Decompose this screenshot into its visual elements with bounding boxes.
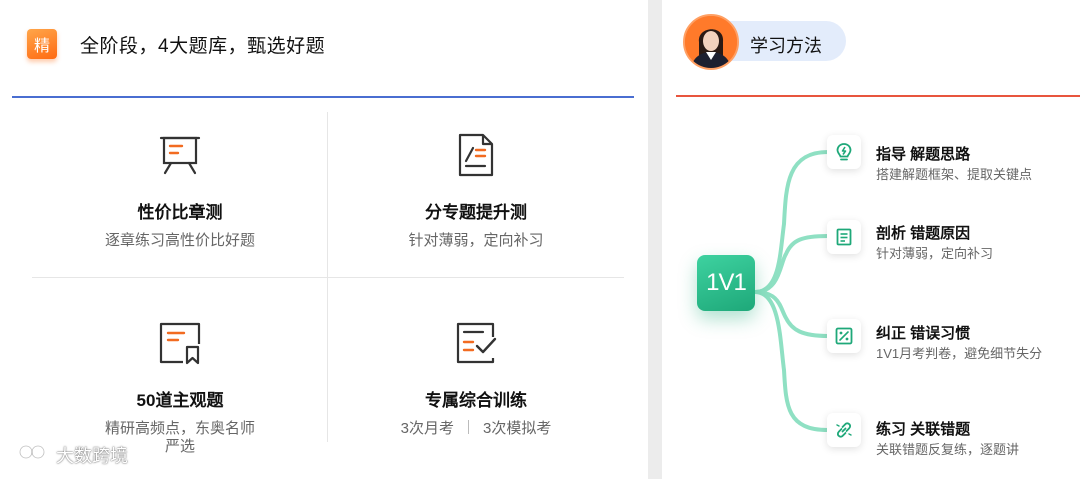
feature-title: 性价比章测 [137,203,223,222]
center-node-1v1: 1V1 [697,255,755,311]
feature-card-comprehensive-training[interactable]: 专属综合训练 3次月考 3次模拟考 [328,320,624,438]
node-subtitle-guide: 搭建解题框架、提取关键点 [876,167,1033,182]
feature-subtitle: 逐章练习高性价比好题 [104,232,255,249]
separator [468,420,469,434]
grid-divider-horizontal [32,277,624,278]
presentation-board-icon [159,136,201,175]
feature-card-subjective-questions[interactable]: 50道主观题 精研高频点，东奥名师 严选 [32,320,328,456]
node-icon-correct [827,319,861,353]
node-title-guide: 指导 解题思路 [876,146,971,163]
node-title-practice: 练习 关联错题 [876,421,971,438]
monthly-exam-count: 3次月考 [400,420,454,437]
node-icon-guide [827,135,861,169]
watermark: 大数跨境 [10,442,128,468]
checklist-icon [456,322,497,364]
feature-subtitle: 针对薄弱，定向补习 [408,232,544,249]
document-edit-icon [458,133,494,177]
feature-title: 50道主观题 [136,391,224,410]
teacher-avatar [683,14,739,70]
method-title: 学习方法 [750,36,822,56]
panel-separator [648,0,662,479]
node-title-analyze: 剖析 错题原因 [876,225,971,242]
watermark-logo-icon [10,444,45,466]
lightbulb-icon [836,143,852,161]
node-subtitle-practice: 关联错题反复练，逐题讲 [876,442,1020,457]
feature-title: 专属综合训练 [425,391,527,410]
feature-card-topic-test[interactable]: 分专题提升测 针对薄弱，定向补习 [328,132,624,250]
bookmark-document-icon [159,322,201,365]
feature-subtitle-line: 精研高频点，东奥名师 [104,420,255,437]
node-title-correct: 纠正 错误习惯 [876,325,971,342]
feature-title: 分专题提升测 [425,203,527,222]
left-panel: 精 全阶段，4大题库，甄选好题 性价比章测 逐章练习高性价比好题 分专题提升测 … [0,0,648,479]
right-divider [676,95,1080,97]
featured-badge: 精 [27,29,57,59]
teacher-portrait-icon [685,16,737,68]
left-title: 全阶段，4大题库，甄选好题 [80,36,326,57]
left-divider [12,96,634,98]
link-icon [836,422,852,438]
percent-square-icon [835,327,853,345]
document-lines-icon [836,228,852,246]
feature-card-chapter-test[interactable]: 性价比章测 逐章练习高性价比好题 [32,132,328,250]
watermark-text: 大数跨境 [56,446,128,466]
feature-subtitle: 3次月考 3次模拟考 [328,419,624,438]
mock-exam-count: 3次模拟考 [483,420,552,437]
node-subtitle-analyze: 针对薄弱，定向补习 [876,246,994,261]
node-icon-analyze [827,220,861,254]
node-icon-practice [827,413,861,447]
node-subtitle-correct: 1V1月考判卷，避免细节失分 [876,346,1043,361]
